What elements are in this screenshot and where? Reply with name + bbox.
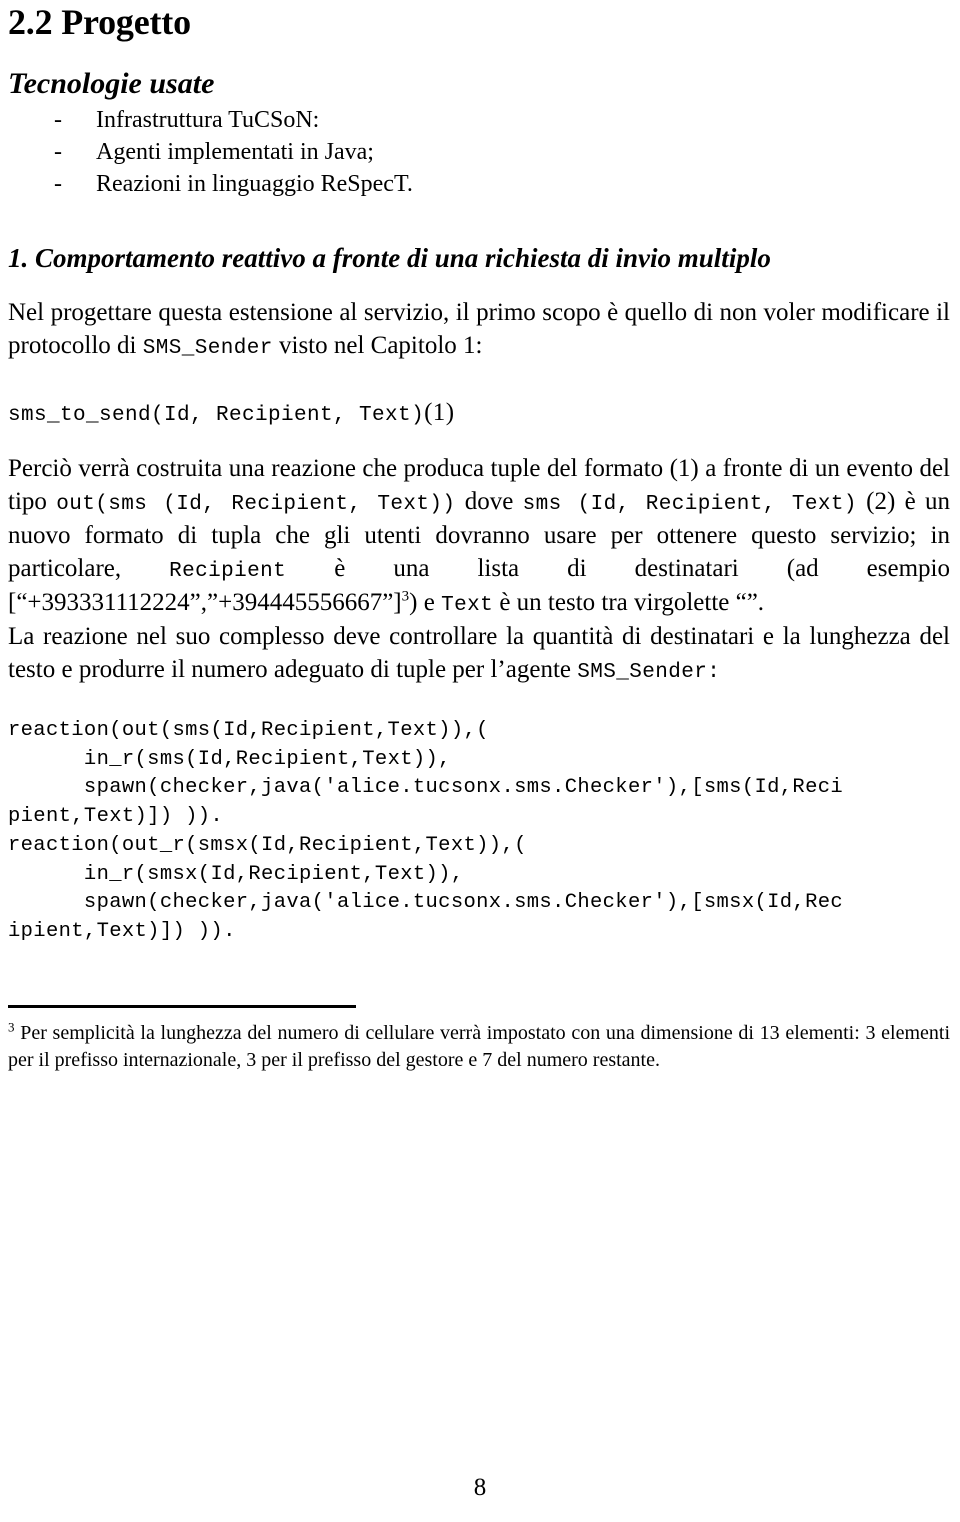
paragraph-reaction-summary: La reazione nel suo complesso deve contr…: [8, 620, 950, 687]
list-item-label: Reazioni in linguaggio ReSpecT.: [96, 170, 413, 197]
footnote-text: 3 Per semplicità la lunghezza del numero…: [8, 1020, 950, 1075]
dash-bullet-icon: -: [54, 138, 62, 165]
list-item-label: Infrastruttura TuCSoN:: [96, 107, 320, 134]
par2-p2: dove: [455, 487, 523, 515]
respect-code-block: reaction(out(sms(Id,Recipient,Text)),( i…: [8, 719, 844, 943]
equation-number: (1): [424, 399, 455, 427]
equation-sms-to-send: sms_to_send(Id, Recipient, Text)(1): [8, 397, 950, 430]
dash-bullet-icon: -: [54, 107, 62, 134]
technologies-list: - Infrastruttura TuCSoN: - Agenti implem…: [8, 105, 950, 200]
par2-p5: ) e: [409, 589, 442, 617]
paragraph-intro: Nel progettare questa estensione al serv…: [8, 296, 950, 363]
inline-code-out-sms: out(sms (Id, Recipient, Text)): [56, 492, 456, 516]
dash-bullet-icon: -: [54, 170, 62, 197]
list-item: - Agenti implementati in Java;: [8, 137, 950, 169]
list-item: - Infrastruttura TuCSoN:: [8, 105, 950, 137]
paragraph-reaction-description: Perciò verrà costruita una reazione che …: [8, 452, 950, 620]
par2-p6: è un testo tra virgolette “”.: [493, 589, 765, 617]
inline-code-text: Text: [441, 594, 494, 618]
par3-p1: La reazione nel suo complesso deve contr…: [8, 622, 950, 684]
inline-code-sms-tuple: sms (Id, Recipient, Text): [522, 492, 857, 516]
subsection-heading: Tecnologie usate: [8, 66, 215, 100]
numbered-heading: 1. Comportamento reattivo a fronte di un…: [8, 243, 771, 274]
list-item-label: Agenti implementati in Java;: [96, 138, 374, 165]
paragraph-intro-part2: visto nel Capitolo 1:: [272, 332, 483, 360]
footnote-separator: [8, 1004, 356, 1008]
footnote-body: Per semplicità la lunghezza del numero d…: [8, 1021, 950, 1072]
list-item: - Reazioni in linguaggio ReSpecT.: [8, 169, 950, 201]
equation-code: sms_to_send(Id, Recipient, Text): [8, 404, 425, 428]
inline-code-recipient: Recipient: [169, 560, 287, 584]
equation-number-2: (2): [856, 487, 896, 515]
page-number: 8: [473, 1474, 487, 1501]
par3-p2: :: [707, 661, 721, 685]
page-title: 2.2 Progetto: [8, 2, 191, 42]
inline-code-sms-sender-2: SMS_Sender: [577, 661, 708, 685]
inline-code-sms-sender: SMS_Sender: [142, 337, 273, 361]
document-page: 2.2 Progetto Tecnologie usate - Infrastr…: [0, 2, 960, 1522]
